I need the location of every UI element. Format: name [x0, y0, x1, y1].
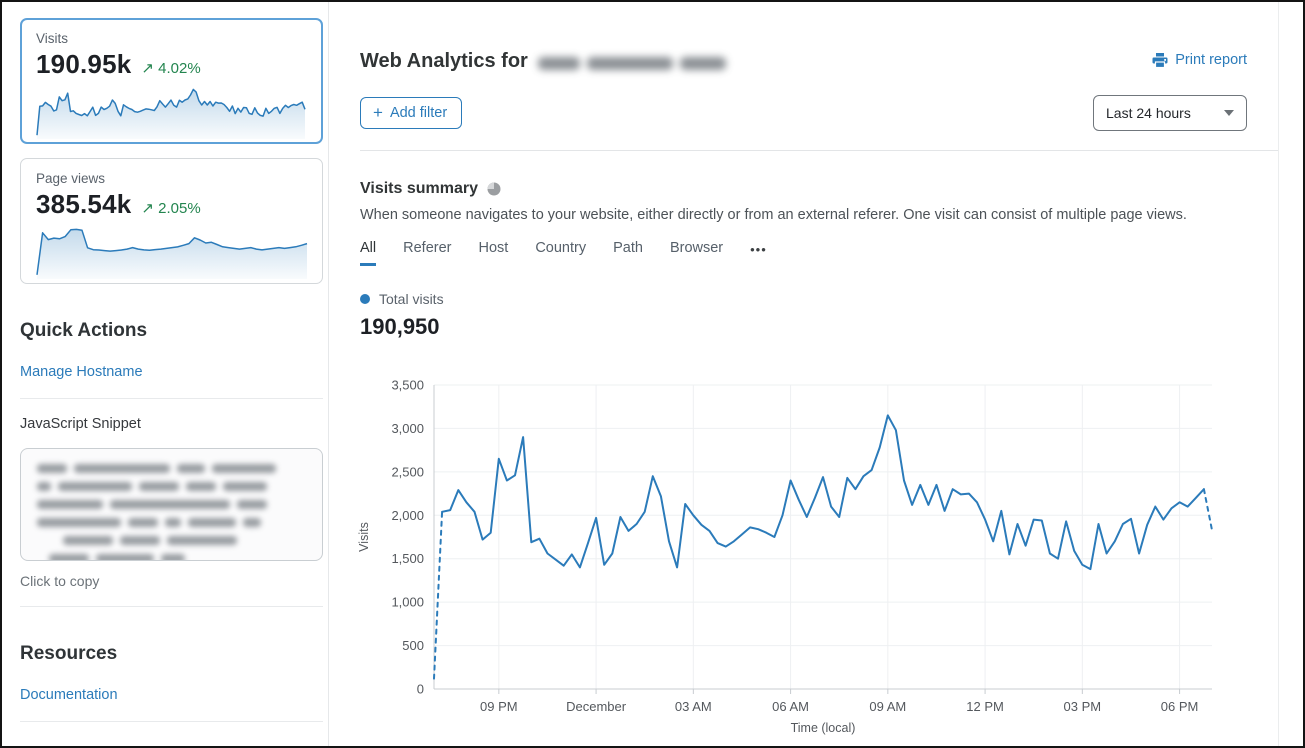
redacted-domain [538, 57, 726, 70]
svg-text:03 PM: 03 PM [1064, 699, 1102, 714]
svg-text:December: December [566, 699, 627, 714]
metric-value: 190.95k [36, 49, 131, 80]
metric-value: 385.54k [36, 189, 131, 220]
print-report-button[interactable]: Print report [1152, 52, 1247, 68]
tab-country[interactable]: Country [535, 240, 586, 266]
svg-text:3,000: 3,000 [391, 421, 424, 436]
sidebar: Visits 190.95k ↗ 4.02% Page views 385.54… [20, 18, 323, 722]
line-chart-svg: 0 500 1,000 1,500 2,000 2,500 3,000 3,500 09 PM D… [358, 374, 1252, 742]
svg-text:Time (local): Time (local) [791, 721, 856, 735]
resources-heading: Resources [20, 643, 323, 665]
page-title: Web Analytics for [360, 50, 726, 73]
metric-value-row: 385.54k ↗ 2.05% [36, 189, 307, 220]
printer-icon [1152, 53, 1168, 68]
tab-referer[interactable]: Referer [403, 240, 451, 266]
series-color-dot [360, 294, 370, 304]
metric-label: Page views [36, 171, 307, 186]
svg-text:Visits: Visits [358, 522, 371, 552]
pie-help-icon [487, 182, 501, 196]
visits-chart: 0 500 1,000 1,500 2,000 2,500 3,000 3,500 09 PM D… [358, 374, 1252, 747]
metric-delta-value: 2.05% [158, 200, 201, 217]
time-range-select[interactable]: Last 24 hours [1093, 95, 1247, 131]
svg-text:09 AM: 09 AM [869, 699, 906, 714]
redacted-code-line [37, 554, 306, 561]
metric-delta: ↗ 2.05% [141, 199, 200, 217]
quick-actions-heading: Quick Actions [20, 320, 323, 342]
svg-text:2,000: 2,000 [391, 508, 424, 523]
svg-text:09 PM: 09 PM [480, 699, 518, 714]
series-label: Total visits [379, 291, 444, 307]
chart-legend: Total visits [360, 291, 1278, 307]
trend-up-icon: ↗ [141, 60, 154, 77]
summary-description: When someone navigates to your website, … [360, 207, 1278, 223]
summary-tabs: All Referer Host Country Path Browser ••• [360, 240, 1278, 266]
total-visits-value: 190,950 [360, 314, 1278, 340]
tab-browser[interactable]: Browser [670, 240, 723, 266]
visits-sparkline [36, 84, 306, 140]
svg-text:1,000: 1,000 [391, 595, 424, 610]
click-to-copy-hint: Click to copy [20, 573, 323, 589]
time-range-value: Last 24 hours [1106, 105, 1191, 121]
header-divider [360, 150, 1278, 151]
svg-text:06 AM: 06 AM [772, 699, 809, 714]
manage-hostname-link[interactable]: Manage Hostname [20, 364, 143, 380]
metric-card-visits[interactable]: Visits 190.95k ↗ 4.02% [20, 18, 323, 144]
print-report-label: Print report [1175, 52, 1247, 68]
page-title-text: Web Analytics for [360, 50, 528, 73]
summary-title-row: Visits summary [360, 180, 1278, 198]
tab-path[interactable]: Path [613, 240, 643, 266]
redacted-code-line [37, 518, 306, 527]
add-filter-button[interactable]: + Add filter [360, 97, 462, 129]
svg-text:500: 500 [402, 638, 424, 653]
metric-delta: ↗ 4.02% [141, 59, 200, 77]
plus-icon: + [373, 104, 383, 121]
js-snippet-label: JavaScript Snippet [20, 416, 323, 432]
metric-value-row: 190.95k ↗ 4.02% [36, 49, 307, 80]
chevron-down-icon [1224, 110, 1234, 116]
metric-label: Visits [36, 31, 307, 46]
svg-text:06 PM: 06 PM [1161, 699, 1199, 714]
svg-text:0: 0 [417, 682, 424, 697]
redacted-code-line [37, 536, 306, 545]
metric-delta-value: 4.02% [158, 60, 201, 77]
documentation-link[interactable]: Documentation [20, 687, 118, 703]
header-row: Web Analytics for Print report [360, 50, 1278, 73]
divider [20, 606, 323, 607]
divider [20, 398, 323, 399]
svg-text:03 AM: 03 AM [675, 699, 712, 714]
svg-text:2,500: 2,500 [391, 464, 424, 479]
svg-text:3,500: 3,500 [391, 378, 424, 393]
toolbar-row: + Add filter Last 24 hours [360, 95, 1278, 131]
divider [20, 721, 323, 722]
svg-text:1,500: 1,500 [391, 551, 424, 566]
page-views-sparkline [36, 224, 308, 280]
svg-text:12 PM: 12 PM [966, 699, 1004, 714]
add-filter-label: Add filter [390, 105, 447, 121]
redacted-code-line [37, 500, 306, 509]
tabs-overflow-button[interactable]: ••• [750, 242, 767, 264]
web-analytics-dashboard: Visits 190.95k ↗ 4.02% Page views 385.54… [0, 0, 1305, 748]
tab-host[interactable]: Host [478, 240, 508, 266]
redacted-code-line [37, 482, 306, 491]
metric-card-page-views[interactable]: Page views 385.54k ↗ 2.05% [20, 158, 323, 284]
right-panel-edge [1278, 2, 1279, 746]
tab-all[interactable]: All [360, 240, 376, 266]
trend-up-icon: ↗ [141, 200, 154, 217]
redacted-code-line [37, 464, 306, 473]
js-snippet-box[interactable] [20, 448, 323, 561]
summary-title: Visits summary [360, 180, 478, 198]
